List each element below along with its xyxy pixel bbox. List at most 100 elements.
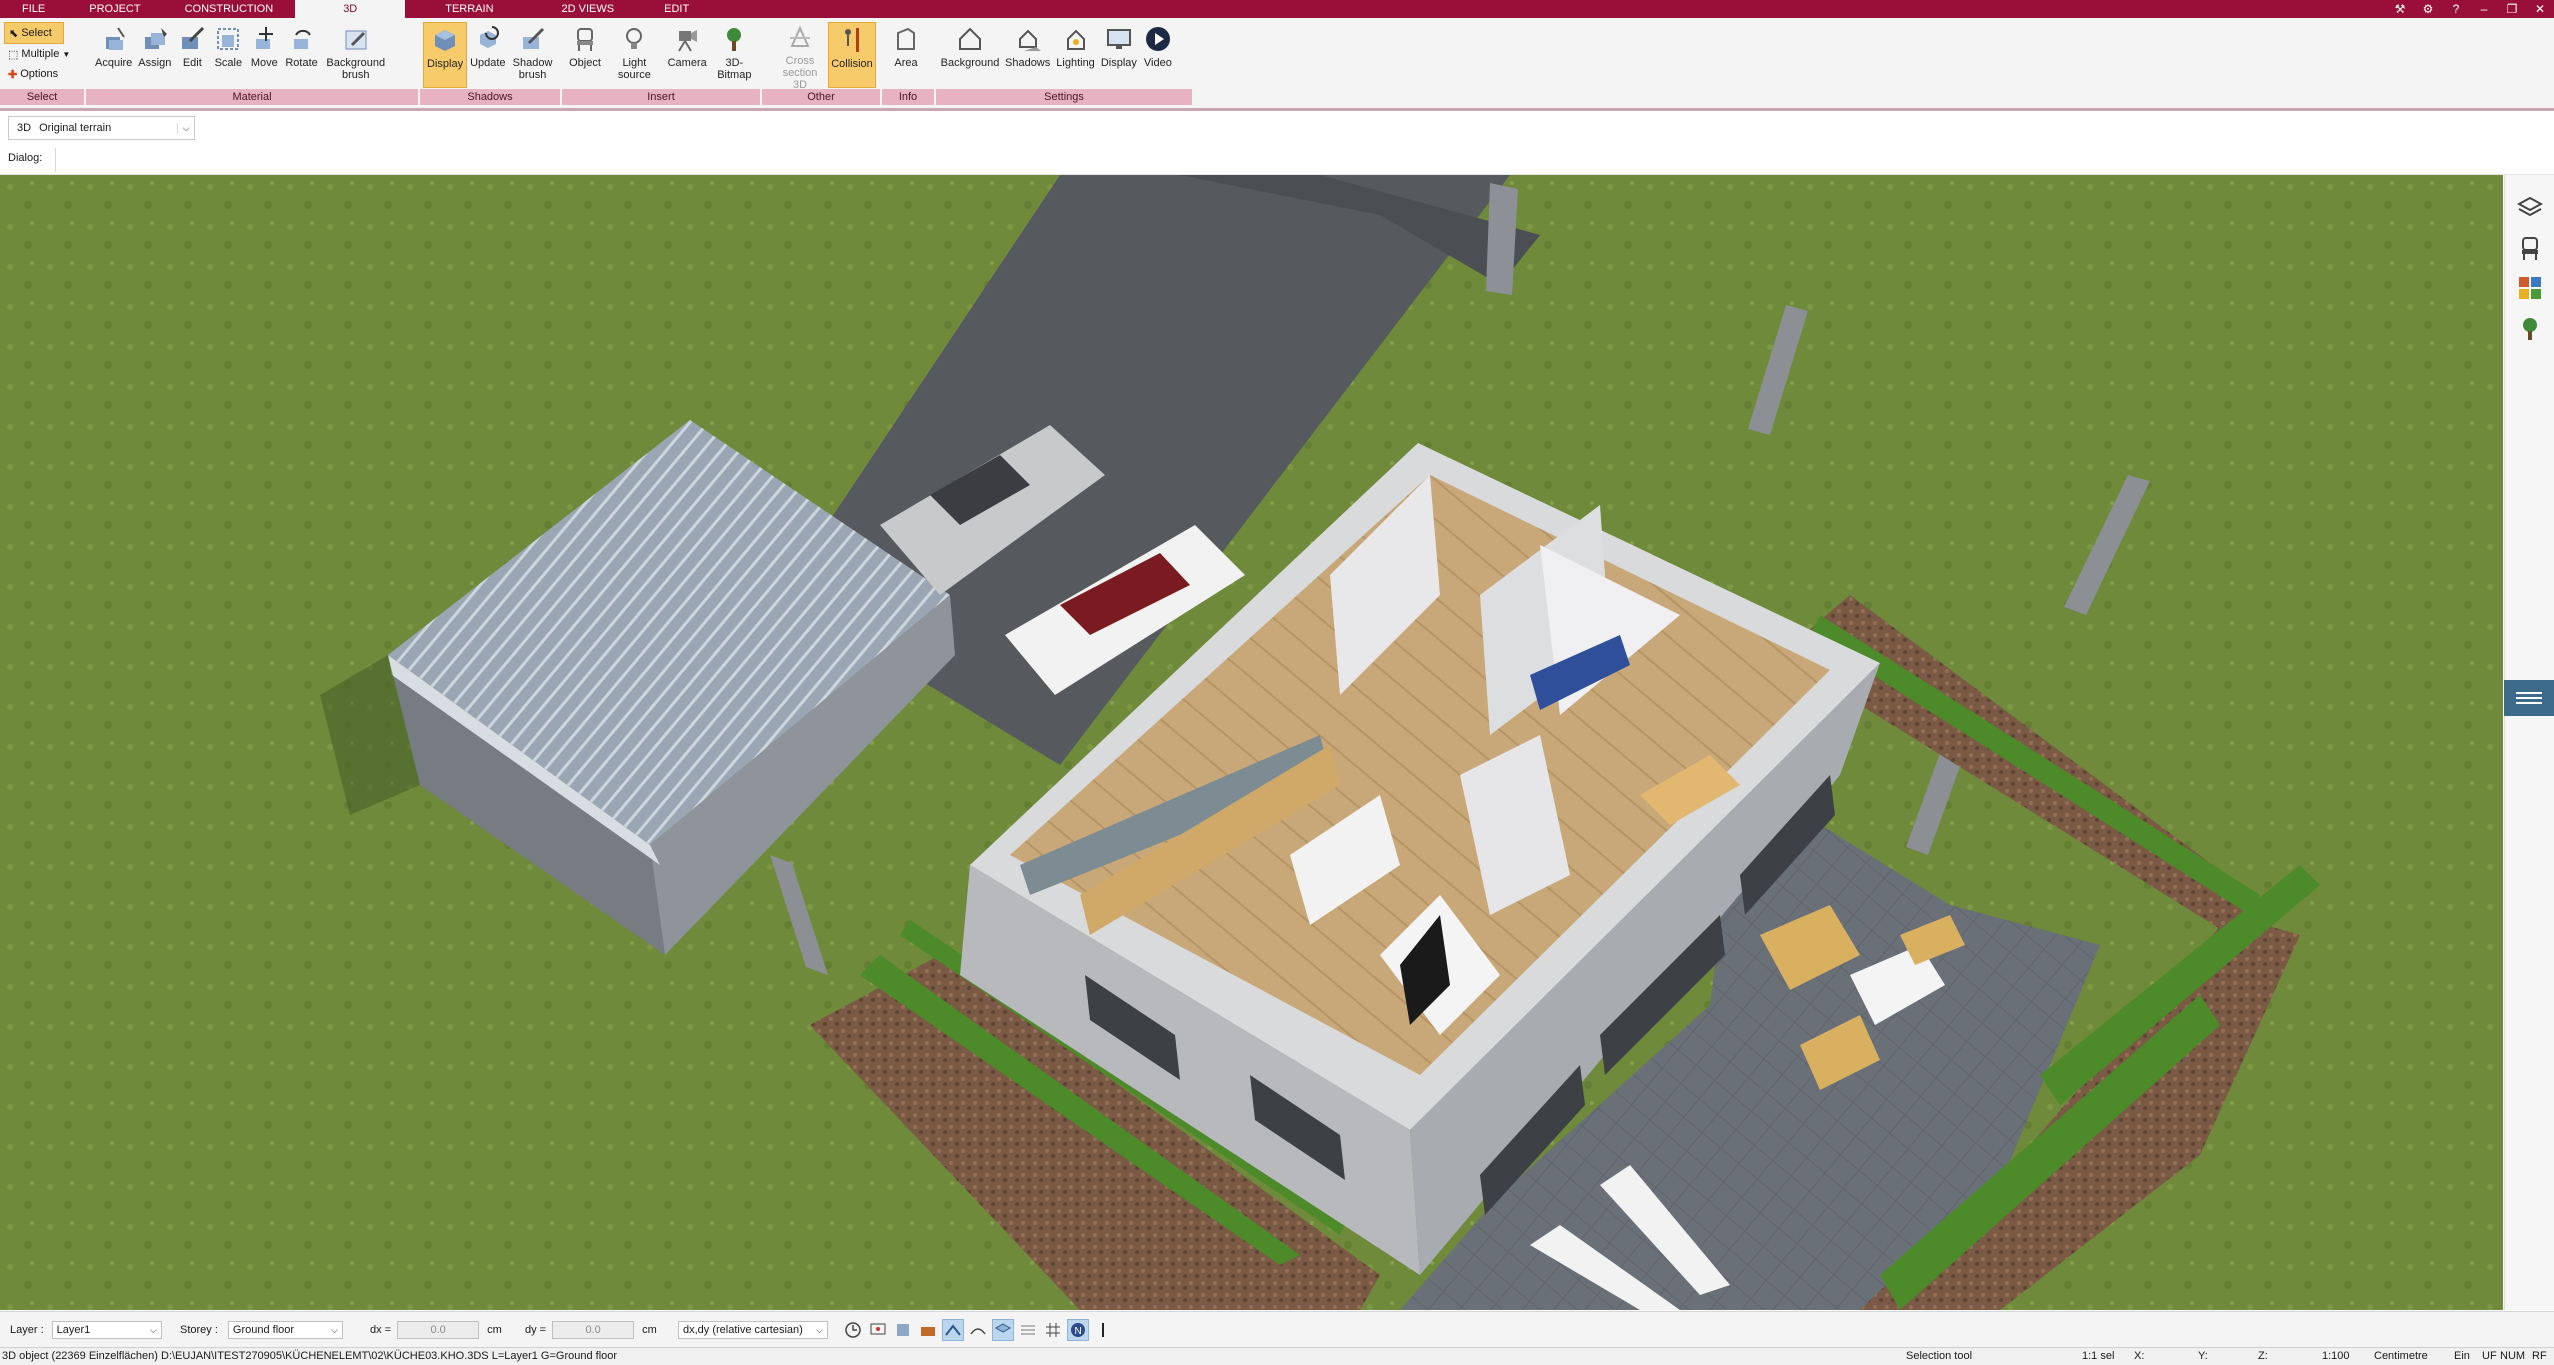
shadow-brush-button[interactable]: Shadow brush — [509, 22, 557, 88]
rotate-button[interactable]: Rotate — [282, 22, 320, 88]
camera-icon — [672, 24, 702, 54]
multiple-button[interactable]: ⬚ Multiple ▼ — [4, 44, 84, 64]
video-button[interactable]: Video — [1140, 22, 1176, 88]
hatch-icon[interactable] — [1017, 1319, 1039, 1341]
scale: 1:100 — [2322, 1350, 2350, 1362]
lighting-button[interactable]: Lighting — [1053, 22, 1098, 88]
assign-button[interactable]: Assign — [135, 22, 174, 88]
object-snap-icon[interactable] — [917, 1319, 939, 1341]
help-icon[interactable]: ? — [2442, 0, 2470, 18]
render-icon[interactable] — [892, 1319, 914, 1341]
chevron-down-icon: ⌵ — [149, 1324, 157, 1335]
storey-select[interactable]: Ground floor ⌵ — [227, 1321, 343, 1339]
materials-palette-icon[interactable] — [2515, 273, 2545, 303]
update-shadows-button[interactable]: Update — [467, 22, 508, 88]
uf-indicator: UF — [2482, 1350, 2497, 1362]
dx-input[interactable]: 0.0 — [397, 1321, 480, 1339]
grid-icon[interactable] — [1042, 1319, 1064, 1341]
shadows-settings-button[interactable]: Shadows — [1002, 22, 1053, 88]
terrain-icon[interactable] — [967, 1319, 989, 1341]
ortho-icon[interactable] — [1092, 1319, 1114, 1341]
y-coordinate: Y: — [2198, 1350, 2208, 1362]
shadow-brush-icon — [518, 24, 548, 54]
layer-view-icon[interactable] — [992, 1319, 1014, 1341]
scale-button[interactable]: Scale — [210, 22, 246, 88]
storey-label: Storey : — [180, 1324, 218, 1336]
window-controls: ⚒ ⚙ ? – ❐ ✕ — [2386, 0, 2554, 18]
view-selector[interactable]: 3D Original terrain ⌵ — [8, 116, 195, 140]
area-button[interactable]: Area — [888, 22, 924, 88]
right-sidebar — [2504, 175, 2554, 1310]
screen-capture-icon[interactable] — [867, 1319, 889, 1341]
options-button[interactable]: ✚ Options — [4, 64, 84, 84]
rf-indicator: RF — [2532, 1350, 2547, 1362]
house-light-icon — [1061, 24, 1091, 54]
dy-label: dy = — [525, 1324, 547, 1336]
view-toolbar: 3D Original terrain ⌵ — [0, 113, 2554, 143]
display-shadows-button[interactable]: Display — [423, 22, 468, 88]
restore-icon[interactable]: ❐ — [2498, 0, 2526, 18]
3d-bitmap-button[interactable]: 3D-Bitmap — [709, 22, 760, 88]
group-label-select: Select — [0, 89, 84, 105]
tab-3d[interactable]: 3D — [295, 0, 406, 18]
minimize-icon[interactable]: – — [2470, 0, 2498, 18]
background-button[interactable]: Background — [938, 22, 1002, 88]
layer-label: Layer : — [10, 1324, 44, 1336]
cross-section-3d-button[interactable]: Cross section 3D — [772, 22, 828, 91]
select-button[interactable]: ⬉ Select — [4, 22, 64, 44]
chair-icon — [570, 24, 600, 54]
tab-project[interactable]: PROJECT — [67, 0, 162, 18]
tab-edit[interactable]: EDIT — [642, 0, 711, 18]
plants-icon[interactable] — [2515, 313, 2545, 343]
acquire-button[interactable]: Acquire — [92, 22, 135, 88]
group-label-settings: Settings — [936, 89, 1192, 105]
dy-input[interactable]: 0.0 — [552, 1321, 635, 1339]
camera-button[interactable]: Camera — [666, 22, 709, 88]
cross-section-icon — [785, 24, 815, 52]
walk-mode-icon[interactable] — [942, 1319, 964, 1341]
tab-file[interactable]: FILE — [0, 0, 67, 18]
object-info: 3D object (22369 Einzelflächen) D:\EUJAN… — [2, 1350, 618, 1362]
chevron-down-icon: ⌵ — [816, 1324, 823, 1335]
group-label-other: Other — [762, 89, 880, 105]
dialog-label: Dialog: — [8, 152, 43, 164]
brush-icon — [341, 24, 371, 54]
display-settings-button[interactable]: Display — [1098, 22, 1140, 88]
settings-icon[interactable]: ⚙ — [2414, 0, 2442, 18]
layer-select[interactable]: Layer1 ⌵ — [51, 1321, 162, 1339]
close-icon[interactable]: ✕ — [2526, 0, 2554, 18]
edit-material-button[interactable]: Edit — [174, 22, 210, 88]
dx-label: dx = — [370, 1324, 392, 1336]
plus-icon: ✚ — [8, 68, 18, 81]
house-shadow-icon — [1013, 24, 1043, 54]
background-brush-button[interactable]: Background brush — [321, 22, 391, 88]
coordinate-mode-select[interactable]: dx,dy (relative cartesian) ⌵ — [678, 1321, 828, 1339]
selection-count: 1:1 sel — [2082, 1350, 2115, 1362]
tab-construction[interactable]: CONSTRUCTION — [163, 0, 296, 18]
svg-text:N: N — [1075, 1326, 1082, 1337]
move-arrows-icon — [249, 24, 279, 54]
layers-icon[interactable] — [2515, 193, 2545, 223]
input-bar: Layer : Layer1 ⌵ Storey : Ground floor ⌵… — [0, 1311, 2554, 1348]
insert-object-button[interactable]: Object — [567, 22, 603, 88]
refresh-cube-icon — [473, 24, 503, 54]
tab-2d-views[interactable]: 2D VIEWS — [534, 0, 643, 18]
collision-button[interactable]: Collision — [828, 22, 876, 88]
3d-viewport[interactable] — [0, 175, 2503, 1310]
insert-group: Object Light source Camera 3D-Bitmap Ins… — [562, 18, 760, 108]
material-group: Acquire Assign Edit Scale Move Rotate Ba… — [86, 18, 418, 108]
dialog-divider — [55, 148, 56, 172]
light-source-button[interactable]: Light source — [603, 22, 666, 88]
dx-unit: cm — [487, 1324, 502, 1336]
tools-icon[interactable]: ⚒ — [2386, 0, 2414, 18]
move-button[interactable]: Move — [246, 22, 282, 88]
chair-icon[interactable] — [2515, 233, 2545, 263]
group-label-material: Material — [86, 89, 418, 105]
dialog-bar: Dialog: — [0, 146, 2554, 175]
sidebar-toggle-handle[interactable] — [2504, 680, 2554, 716]
clock-icon[interactable] — [842, 1319, 864, 1341]
play-icon — [1143, 24, 1173, 54]
north-arrow-icon[interactable]: N — [1067, 1319, 1089, 1341]
tab-terrain[interactable]: TERRAIN — [405, 0, 533, 18]
collision-icon — [837, 25, 867, 55]
